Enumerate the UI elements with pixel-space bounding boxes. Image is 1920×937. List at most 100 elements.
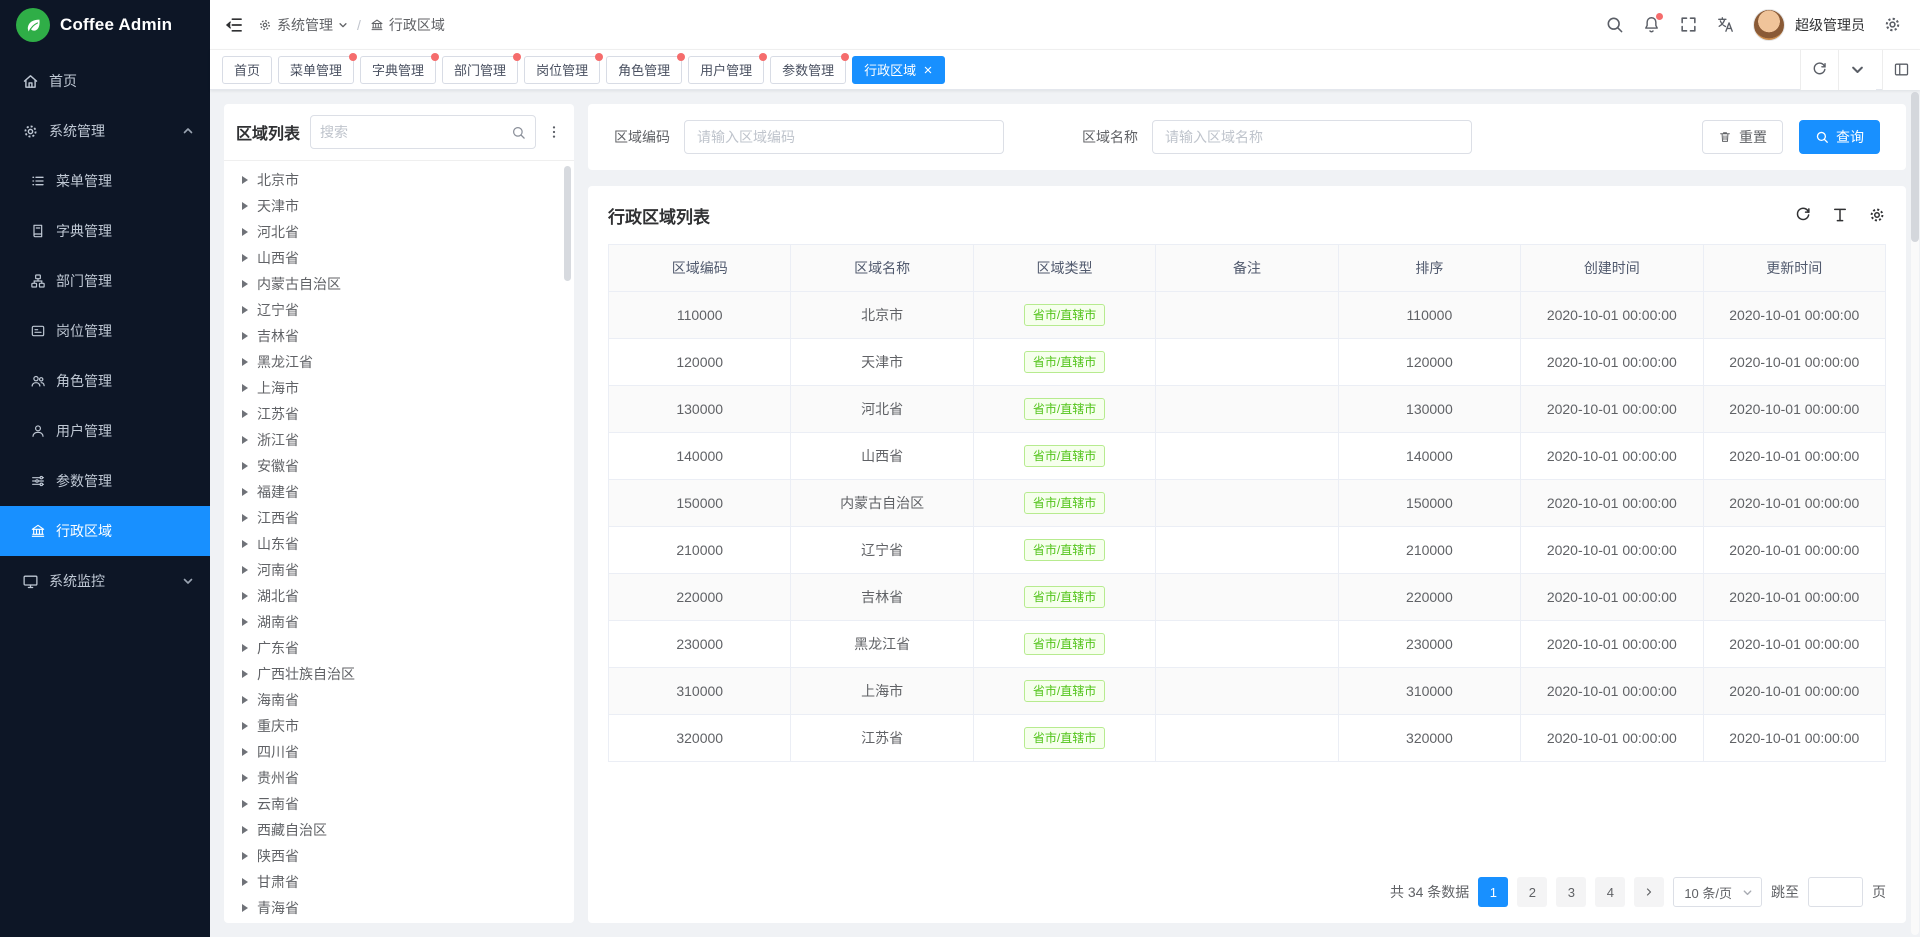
tab[interactable]: 岗位管理 bbox=[524, 56, 600, 84]
tree-item[interactable]: 河北省 bbox=[224, 219, 574, 245]
caret-right-icon[interactable] bbox=[242, 488, 248, 496]
filter-name-input[interactable] bbox=[1152, 120, 1472, 154]
avatar[interactable] bbox=[1753, 9, 1785, 41]
caret-right-icon[interactable] bbox=[242, 540, 248, 548]
caret-right-icon[interactable] bbox=[242, 462, 248, 470]
caret-right-icon[interactable] bbox=[242, 202, 248, 210]
tree-item[interactable]: 北京市 bbox=[224, 167, 574, 193]
tree-item[interactable]: 内蒙古自治区 bbox=[224, 271, 574, 297]
tree-item[interactable]: 贵州省 bbox=[224, 765, 574, 791]
logo[interactable]: Coffee Admin bbox=[0, 0, 210, 50]
fullscreen-icon[interactable] bbox=[1679, 15, 1698, 34]
tab-actions-chevron-icon[interactable] bbox=[1838, 50, 1876, 90]
caret-right-icon[interactable] bbox=[242, 618, 248, 626]
page-button[interactable]: 4 bbox=[1595, 877, 1625, 907]
caret-right-icon[interactable] bbox=[242, 774, 248, 782]
table-row[interactable]: 230000 黑龙江省 省市/直辖市 230000 2020-10-01 00:… bbox=[609, 621, 1886, 668]
sidebar-item-param-mgmt[interactable]: 参数管理 bbox=[0, 456, 210, 506]
search-icon[interactable] bbox=[511, 125, 526, 140]
next-page-button[interactable] bbox=[1634, 877, 1664, 907]
caret-right-icon[interactable] bbox=[242, 566, 248, 574]
tree-item[interactable]: 陕西省 bbox=[224, 843, 574, 869]
tab[interactable]: 部门管理 bbox=[442, 56, 518, 84]
sidebar-item-region[interactable]: 行政区域 bbox=[0, 506, 210, 556]
refresh-icon[interactable] bbox=[1794, 206, 1812, 224]
bell-icon[interactable] bbox=[1642, 15, 1661, 34]
query-button[interactable]: 查询 bbox=[1799, 120, 1880, 154]
refresh-tab-icon[interactable] bbox=[1800, 50, 1838, 90]
tab[interactable]: 字典管理 bbox=[360, 56, 436, 84]
page-scrollbar-thumb[interactable] bbox=[1911, 92, 1919, 242]
tree-item[interactable]: 江苏省 bbox=[224, 401, 574, 427]
sidebar-group-system[interactable]: 系统管理 bbox=[0, 106, 210, 156]
caret-right-icon[interactable] bbox=[242, 358, 248, 366]
region-search-input[interactable] bbox=[320, 124, 511, 140]
jump-page-input[interactable] bbox=[1808, 877, 1863, 907]
tree-item[interactable]: 山东省 bbox=[224, 531, 574, 557]
table-row[interactable]: 140000 山西省 省市/直辖市 140000 2020-10-01 00:0… bbox=[609, 433, 1886, 480]
caret-right-icon[interactable] bbox=[242, 410, 248, 418]
translate-icon[interactable] bbox=[1716, 15, 1735, 34]
caret-right-icon[interactable] bbox=[242, 696, 248, 704]
caret-right-icon[interactable] bbox=[242, 852, 248, 860]
table-row[interactable]: 120000 天津市 省市/直辖市 120000 2020-10-01 00:0… bbox=[609, 339, 1886, 386]
caret-right-icon[interactable] bbox=[242, 800, 248, 808]
caret-right-icon[interactable] bbox=[242, 306, 248, 314]
caret-right-icon[interactable] bbox=[242, 644, 248, 652]
caret-right-icon[interactable] bbox=[242, 748, 248, 756]
tree-item[interactable]: 甘肃省 bbox=[224, 869, 574, 895]
caret-right-icon[interactable] bbox=[242, 228, 248, 236]
tab[interactable]: 角色管理 bbox=[606, 56, 682, 84]
tree-item[interactable]: 海南省 bbox=[224, 687, 574, 713]
tree-item[interactable]: 上海市 bbox=[224, 375, 574, 401]
tree-item[interactable]: 辽宁省 bbox=[224, 297, 574, 323]
page-button[interactable]: 1 bbox=[1478, 877, 1508, 907]
sidebar-item-role-mgmt[interactable]: 角色管理 bbox=[0, 356, 210, 406]
tree-item[interactable]: 重庆市 bbox=[224, 713, 574, 739]
tab[interactable]: 参数管理 bbox=[770, 56, 846, 84]
caret-right-icon[interactable] bbox=[242, 670, 248, 678]
page-scrollbar[interactable] bbox=[1911, 92, 1919, 935]
panel-layout-icon[interactable] bbox=[1882, 50, 1920, 90]
tree-item[interactable]: 吉林省 bbox=[224, 323, 574, 349]
page-size-select[interactable]: 10 条/页 bbox=[1673, 877, 1762, 907]
tree-item[interactable]: 安徽省 bbox=[224, 453, 574, 479]
tab[interactable]: 首页 bbox=[222, 56, 272, 84]
tree-item[interactable]: 福建省 bbox=[224, 479, 574, 505]
table-row[interactable]: 220000 吉林省 省市/直辖市 220000 2020-10-01 00:0… bbox=[609, 574, 1886, 621]
region-panel-scrollbar-thumb[interactable] bbox=[564, 166, 571, 281]
table-row[interactable]: 310000 上海市 省市/直辖市 310000 2020-10-01 00:0… bbox=[609, 668, 1886, 715]
caret-right-icon[interactable] bbox=[242, 332, 248, 340]
settings-gear-icon[interactable] bbox=[1883, 15, 1902, 34]
username[interactable]: 超级管理员 bbox=[1795, 15, 1865, 35]
table-row[interactable]: 150000 内蒙古自治区 省市/直辖市 150000 2020-10-01 0… bbox=[609, 480, 1886, 527]
caret-right-icon[interactable] bbox=[242, 384, 248, 392]
caret-right-icon[interactable] bbox=[242, 176, 248, 184]
caret-right-icon[interactable] bbox=[242, 878, 248, 886]
caret-right-icon[interactable] bbox=[242, 592, 248, 600]
column-settings-gear-icon[interactable] bbox=[1868, 206, 1886, 224]
caret-right-icon[interactable] bbox=[242, 280, 248, 288]
tree-item[interactable]: 浙江省 bbox=[224, 427, 574, 453]
sidebar-item-user-mgmt[interactable]: 用户管理 bbox=[0, 406, 210, 456]
search-icon[interactable] bbox=[1605, 15, 1624, 34]
tree-item[interactable]: 河南省 bbox=[224, 557, 574, 583]
tree-item[interactable]: 云南省 bbox=[224, 791, 574, 817]
sidebar-item-menu-mgmt[interactable]: 菜单管理 bbox=[0, 156, 210, 206]
table-row[interactable]: 130000 河北省 省市/直辖市 130000 2020-10-01 00:0… bbox=[609, 386, 1886, 433]
tab[interactable]: 菜单管理 bbox=[278, 56, 354, 84]
caret-right-icon[interactable] bbox=[242, 722, 248, 730]
caret-right-icon[interactable] bbox=[242, 254, 248, 262]
table-row[interactable]: 320000 江苏省 省市/直辖市 320000 2020-10-01 00:0… bbox=[609, 715, 1886, 762]
tab-close-icon[interactable] bbox=[923, 65, 933, 75]
density-icon[interactable] bbox=[1831, 206, 1849, 224]
tree-item[interactable]: 江西省 bbox=[224, 505, 574, 531]
tab[interactable]: 行政区域 bbox=[852, 56, 945, 84]
page-button[interactable]: 2 bbox=[1517, 877, 1547, 907]
tree-item[interactable]: 四川省 bbox=[224, 739, 574, 765]
tree-item[interactable]: 湖南省 bbox=[224, 609, 574, 635]
more-options-icon[interactable] bbox=[546, 124, 562, 140]
tree-item[interactable]: 西藏自治区 bbox=[224, 817, 574, 843]
tree-item[interactable]: 山西省 bbox=[224, 245, 574, 271]
table-row[interactable]: 110000 北京市 省市/直辖市 110000 2020-10-01 00:0… bbox=[609, 292, 1886, 339]
